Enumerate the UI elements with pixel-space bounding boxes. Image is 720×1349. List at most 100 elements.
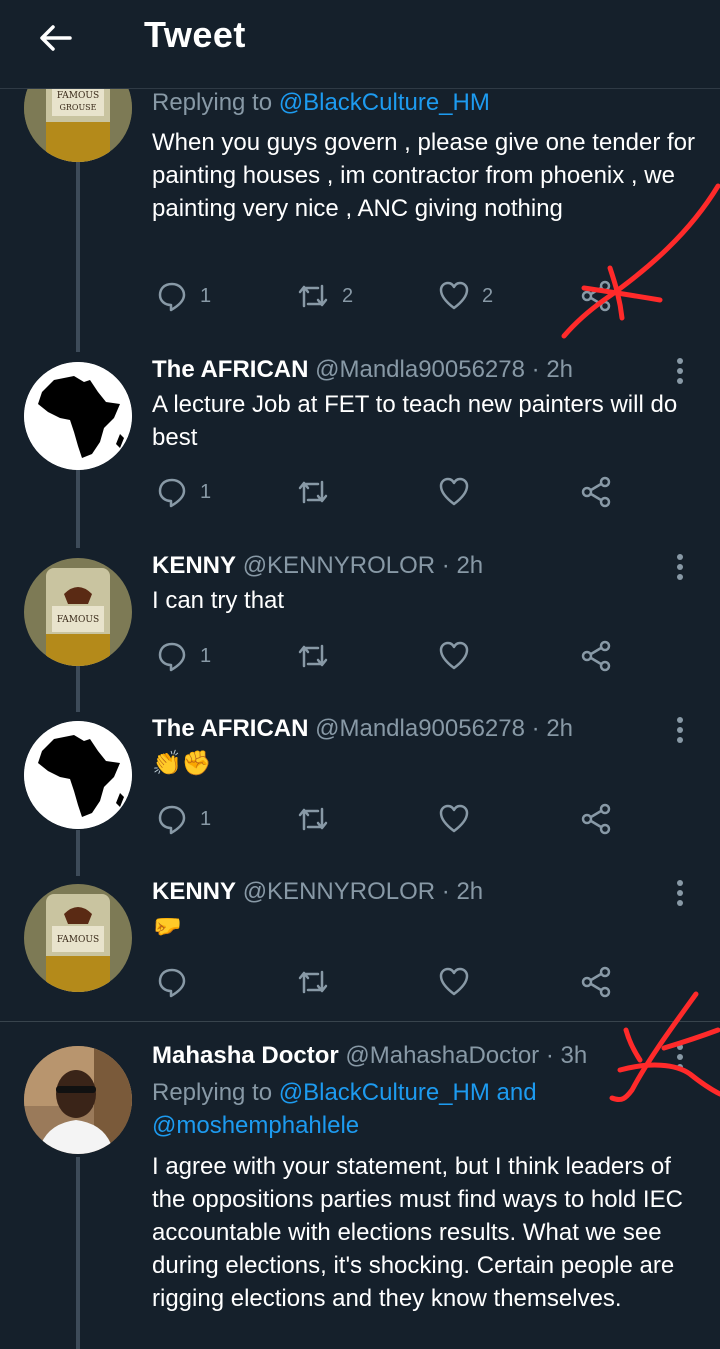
avatar[interactable]: FAMOUS [24, 884, 132, 992]
share-icon [581, 280, 611, 312]
replying-to: Replying to @BlackCulture_HM and @moshem… [152, 1079, 537, 1139]
reply-button[interactable]: 1 [156, 276, 211, 316]
more-options-icon[interactable] [670, 1042, 690, 1072]
top-bar: Tweet [0, 0, 720, 89]
replying-to: Replying to @BlackCulture_HM [152, 89, 490, 116]
back-arrow-icon[interactable] [36, 18, 76, 58]
handle[interactable]: @Mandla90056278 [315, 356, 525, 383]
handle[interactable]: @Mandla90056278 [315, 715, 525, 742]
display-name[interactable]: The AFRICAN [152, 356, 308, 383]
reply-icon [158, 478, 186, 508]
tweet-text: When you guys govern , please give one t… [152, 129, 695, 222]
page-title: Tweet [144, 14, 246, 55]
avatar[interactable] [24, 721, 132, 829]
retweet-button[interactable] [296, 472, 330, 512]
reply-button[interactable]: 1 [156, 799, 211, 839]
share-icon [581, 803, 611, 835]
heart-icon [439, 641, 469, 670]
retweet-icon [298, 970, 328, 994]
avatar[interactable] [24, 1046, 132, 1154]
tweet-actions: 1 2 2 [152, 276, 622, 316]
tweet-text: 🤛 [152, 913, 182, 940]
reply-tweet[interactable]: FAMOUS KENNY @KENNYROLOR · 2h I can try … [0, 546, 720, 696]
retweet-button[interactable]: 2 [296, 276, 353, 316]
reply-icon [158, 805, 186, 835]
share-button[interactable] [580, 472, 612, 512]
heart-icon [439, 281, 469, 310]
reply-icon [158, 642, 186, 672]
mention-link[interactable]: @BlackCulture_HM [279, 1079, 490, 1106]
tweet-actions: 1 [152, 636, 622, 676]
more-options-icon[interactable] [670, 356, 690, 386]
handle[interactable]: @KENNYROLOR [243, 878, 435, 905]
more-options-icon[interactable] [670, 552, 690, 582]
timestamp[interactable]: 2h [456, 552, 483, 579]
reply-tweet[interactable]: The AFRICAN @Mandla90056278 · 2h A lectu… [0, 350, 720, 530]
like-button[interactable] [438, 962, 470, 1002]
reply-button[interactable]: 1 [156, 472, 211, 512]
svg-text:GROUSE: GROUSE [59, 103, 96, 112]
tweet-text: 👏✊ [152, 750, 212, 777]
reply-tweet[interactable]: Mahasha Doctor @MahashaDoctor · 3h Reply… [0, 1036, 720, 1349]
tweet-header: The AFRICAN @Mandla90056278 · 2h [152, 715, 574, 742]
like-button[interactable]: 2 [438, 276, 493, 316]
tweet-actions [152, 962, 622, 1002]
more-options-icon[interactable] [670, 878, 690, 908]
timestamp[interactable]: 2h [546, 715, 573, 742]
reply-button[interactable] [156, 962, 188, 1002]
tweet-text: A lecture Job at FET to teach new painte… [152, 391, 678, 451]
like-button[interactable] [438, 636, 470, 676]
like-button[interactable] [438, 472, 470, 512]
display-name[interactable]: The AFRICAN [152, 715, 308, 742]
more-options-icon[interactable] [670, 715, 690, 745]
timestamp[interactable]: 2h [456, 878, 483, 905]
heart-icon [439, 804, 469, 833]
timestamp[interactable]: 2h [546, 356, 573, 383]
timestamp[interactable]: 3h [561, 1042, 588, 1069]
share-icon [581, 476, 611, 508]
retweet-icon [298, 480, 328, 504]
handle[interactable]: @KENNYROLOR [243, 552, 435, 579]
avatar[interactable]: FAMOUS [24, 558, 132, 666]
share-icon [581, 640, 611, 672]
svg-text:FAMOUS: FAMOUS [57, 935, 99, 945]
divider [0, 1021, 720, 1022]
share-button[interactable] [580, 962, 612, 1002]
reply-icon [158, 968, 186, 998]
tweet-text: I can try that [152, 587, 285, 614]
retweet-button[interactable] [296, 636, 330, 676]
africa-map-icon [24, 362, 132, 470]
reply-button[interactable]: 1 [156, 636, 211, 676]
heart-icon [439, 967, 469, 996]
display-name[interactable]: KENNY [152, 878, 236, 905]
tweet-actions: 1 [152, 799, 622, 839]
retweet-icon [298, 644, 328, 668]
retweet-button[interactable] [296, 962, 330, 1002]
reply-tweet[interactable]: The AFRICAN @Mandla90056278 · 2h 👏✊ 1 [0, 709, 720, 859]
retweet-icon [298, 284, 328, 308]
mention-link[interactable]: @moshemphahlele [152, 1112, 359, 1139]
display-name[interactable]: KENNY [152, 552, 236, 579]
heart-icon [439, 477, 469, 506]
tweet-actions: 1 [152, 472, 622, 512]
handle[interactable]: @MahashaDoctor [345, 1042, 539, 1069]
svg-text:FAMOUS: FAMOUS [57, 615, 99, 625]
tweet-header: KENNY @KENNYROLOR · 2h [152, 878, 484, 905]
reply-tweet[interactable]: FAMOUS KENNY @KENNYROLOR · 2h 🤛 [0, 872, 720, 1020]
tweet-text: I agree with your statement, but I think… [152, 1153, 683, 1312]
retweet-button[interactable] [296, 799, 330, 839]
share-button[interactable] [580, 276, 612, 316]
share-button[interactable] [580, 799, 612, 839]
svg-text:FAMOUS: FAMOUS [57, 91, 99, 101]
retweet-icon [298, 807, 328, 831]
avatar[interactable] [24, 362, 132, 470]
share-button[interactable] [580, 636, 612, 676]
tweet-header: KENNY @KENNYROLOR · 2h [152, 552, 484, 579]
reply-icon [158, 282, 186, 312]
tweet-header: The AFRICAN @Mandla90056278 · 2h [152, 356, 574, 383]
display-name[interactable]: Mahasha Doctor [152, 1042, 339, 1069]
africa-map-icon [24, 721, 132, 829]
tweet-header: Mahasha Doctor @MahashaDoctor · 3h [152, 1042, 588, 1069]
like-button[interactable] [438, 799, 470, 839]
mention-link[interactable]: @BlackCulture_HM [279, 89, 490, 116]
